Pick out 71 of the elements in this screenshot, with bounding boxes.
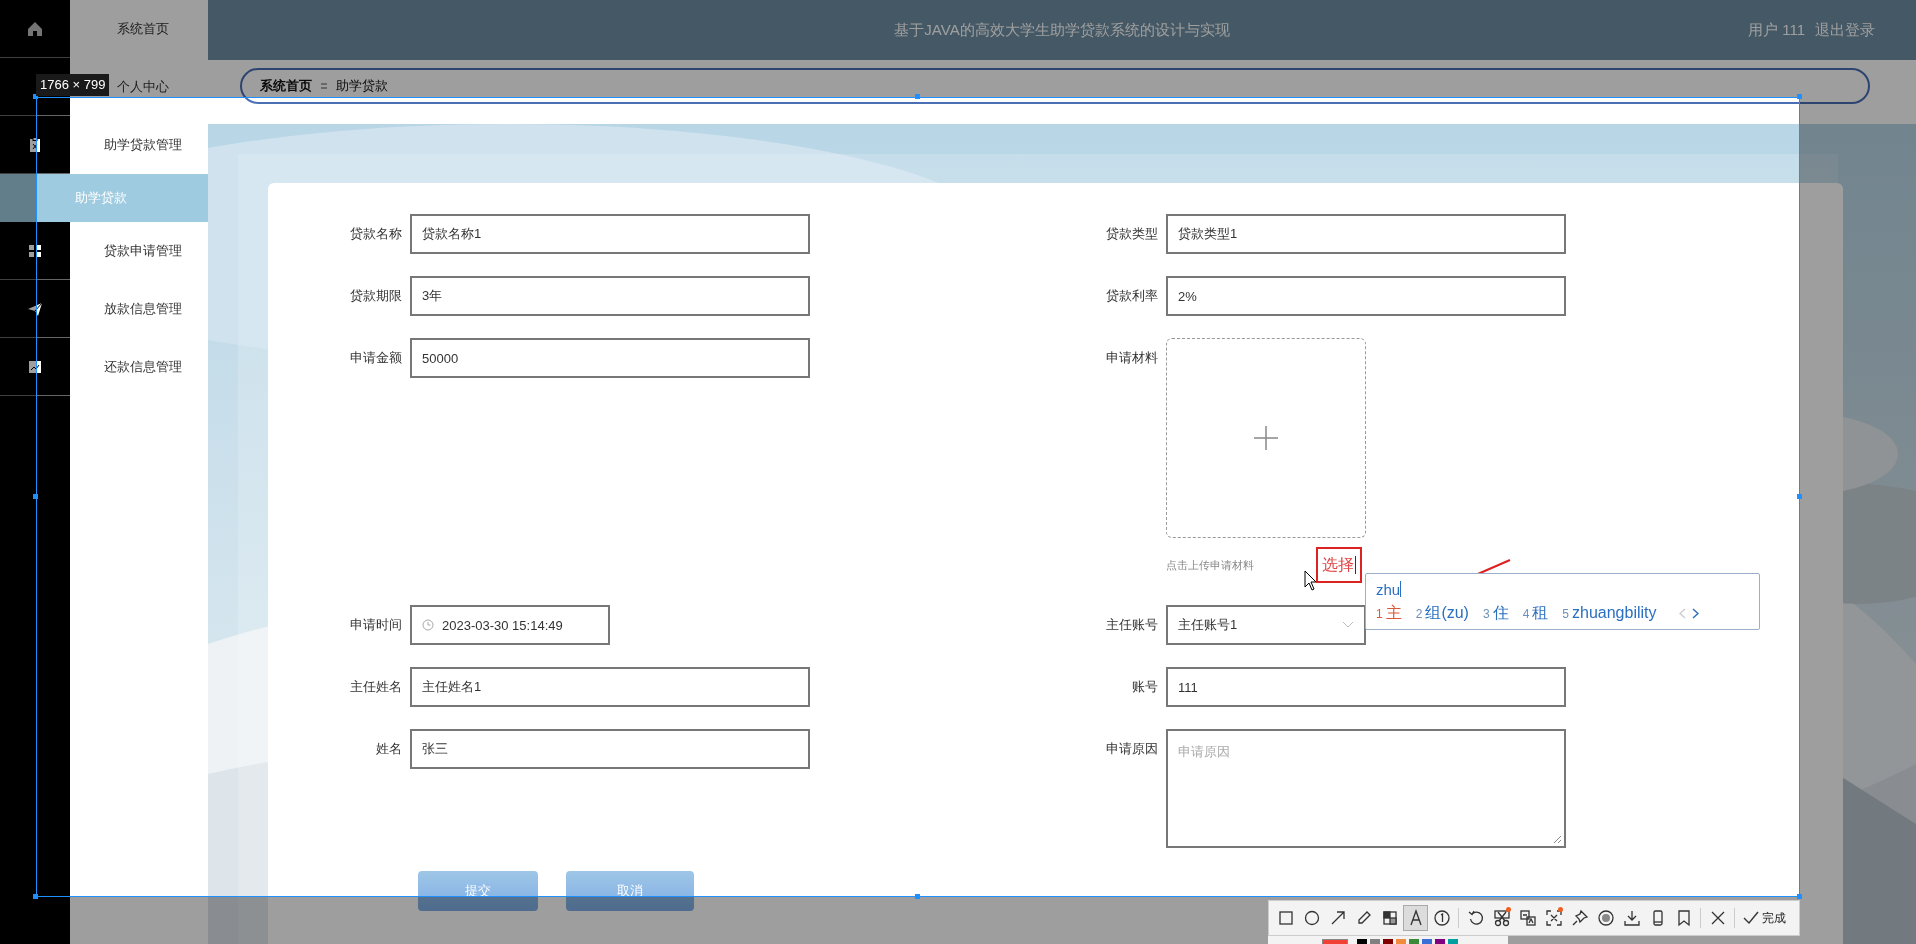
plus-icon [1253, 425, 1279, 451]
field-label: 主任账号 [1105, 616, 1159, 634]
check-icon [1743, 911, 1759, 925]
upload-hint: 点击上传申请材料 [1166, 557, 1255, 573]
text-field[interactable]: 3年 [410, 276, 810, 316]
text-field[interactable]: 贷款类型1 [1166, 214, 1566, 254]
ime-composition: zhu [1376, 580, 1401, 598]
field-label: 申请时间 [349, 616, 403, 634]
app-title: 基于JAVA的高效大学生助学贷款系统的设计与实现 [894, 20, 1230, 40]
selection-handle[interactable] [915, 94, 920, 99]
rectangle-icon [1276, 909, 1295, 927]
selection-handle[interactable] [1797, 494, 1802, 499]
field-label: 主任姓名 [349, 678, 403, 696]
clock-icon [422, 619, 434, 631]
sidebar-item[interactable]: 放款信息管理 [104, 300, 182, 318]
sidebar-item[interactable]: 个人中心 [117, 78, 169, 96]
text-field[interactable]: 2% [1166, 276, 1566, 316]
home-icon [26, 19, 44, 38]
ocr-icon [1544, 909, 1563, 927]
field-label: 贷款期限 [349, 287, 403, 305]
select-button[interactable]: 选择 [1316, 547, 1362, 583]
download-icon [1622, 909, 1641, 927]
pin-icon [1570, 909, 1589, 927]
text-field[interactable]: 111 [1166, 667, 1566, 707]
field-label: 贷款名称 [349, 225, 403, 243]
field-label: 贷款利率 [1105, 287, 1159, 305]
translate-icon [1518, 909, 1537, 927]
field-label: 申请金额 [349, 349, 403, 367]
selection-handle[interactable] [1797, 94, 1802, 99]
selection-handle[interactable] [33, 494, 38, 499]
breadcrumb-link[interactable]: 系统首页 [260, 77, 312, 95]
separator-icon [320, 81, 328, 91]
text-field[interactable]: 张三 [410, 729, 810, 769]
text-field[interactable]: 贷款名称1 [410, 214, 810, 254]
text-field[interactable]: 主任姓名1 [410, 667, 810, 707]
chevron-down-icon [1342, 621, 1354, 629]
selection-handle[interactable] [915, 894, 920, 899]
done-button[interactable]: 完成 [1739, 909, 1790, 927]
field-label: 申请原因 [1105, 740, 1159, 758]
sidebar-item[interactable]: 助学贷款管理 [104, 136, 182, 154]
field-label: 申请材料 [1105, 349, 1159, 367]
dropdown-field[interactable]: 主任账号1 [1166, 605, 1366, 645]
selection-handle[interactable] [1797, 894, 1802, 899]
field-label: 贷款类型 [1105, 225, 1159, 243]
selection-frame[interactable] [36, 97, 1800, 897]
undo-icon [1466, 909, 1485, 927]
ime-candidate[interactable]: 2 组(zu) [1415, 602, 1469, 624]
mouse-pointer-icon [1304, 570, 1318, 592]
record-icon [1596, 909, 1615, 927]
ellipse-icon [1302, 909, 1321, 927]
ime-candidate[interactable]: 1 主 [1376, 602, 1402, 624]
mosaic-icon [1380, 909, 1399, 927]
ime-candidate[interactable]: 5 zhuangbility [1562, 604, 1657, 622]
text-field[interactable]: 50000 [410, 338, 810, 378]
sidebar-item[interactable]: 还款信息管理 [104, 358, 182, 376]
user-label: 用户 111 [1748, 20, 1805, 40]
ime-candidate[interactable]: 3 住 [1482, 602, 1509, 624]
selection-size-label: 1766 × 799 [36, 74, 110, 96]
scissors-icon [1492, 909, 1511, 927]
ime-candidate[interactable]: 4 租 [1522, 602, 1549, 624]
field-label: 姓名 [375, 740, 403, 758]
number-icon [1432, 909, 1451, 927]
text-tool-button[interactable] [1403, 905, 1428, 931]
sidebar-item[interactable]: 贷款申请管理 [104, 242, 182, 260]
resize-grip-icon [1553, 835, 1562, 844]
breadcrumb-link[interactable]: 助学贷款 [336, 77, 388, 95]
date-field[interactable]: 2023-03-30 15:14:49 [410, 605, 610, 645]
next-page-icon[interactable] [1691, 607, 1699, 619]
field-label: 账号 [1131, 678, 1159, 696]
selection-handle[interactable] [33, 894, 38, 899]
sidebar-item[interactable]: 系统首页 [117, 20, 169, 38]
